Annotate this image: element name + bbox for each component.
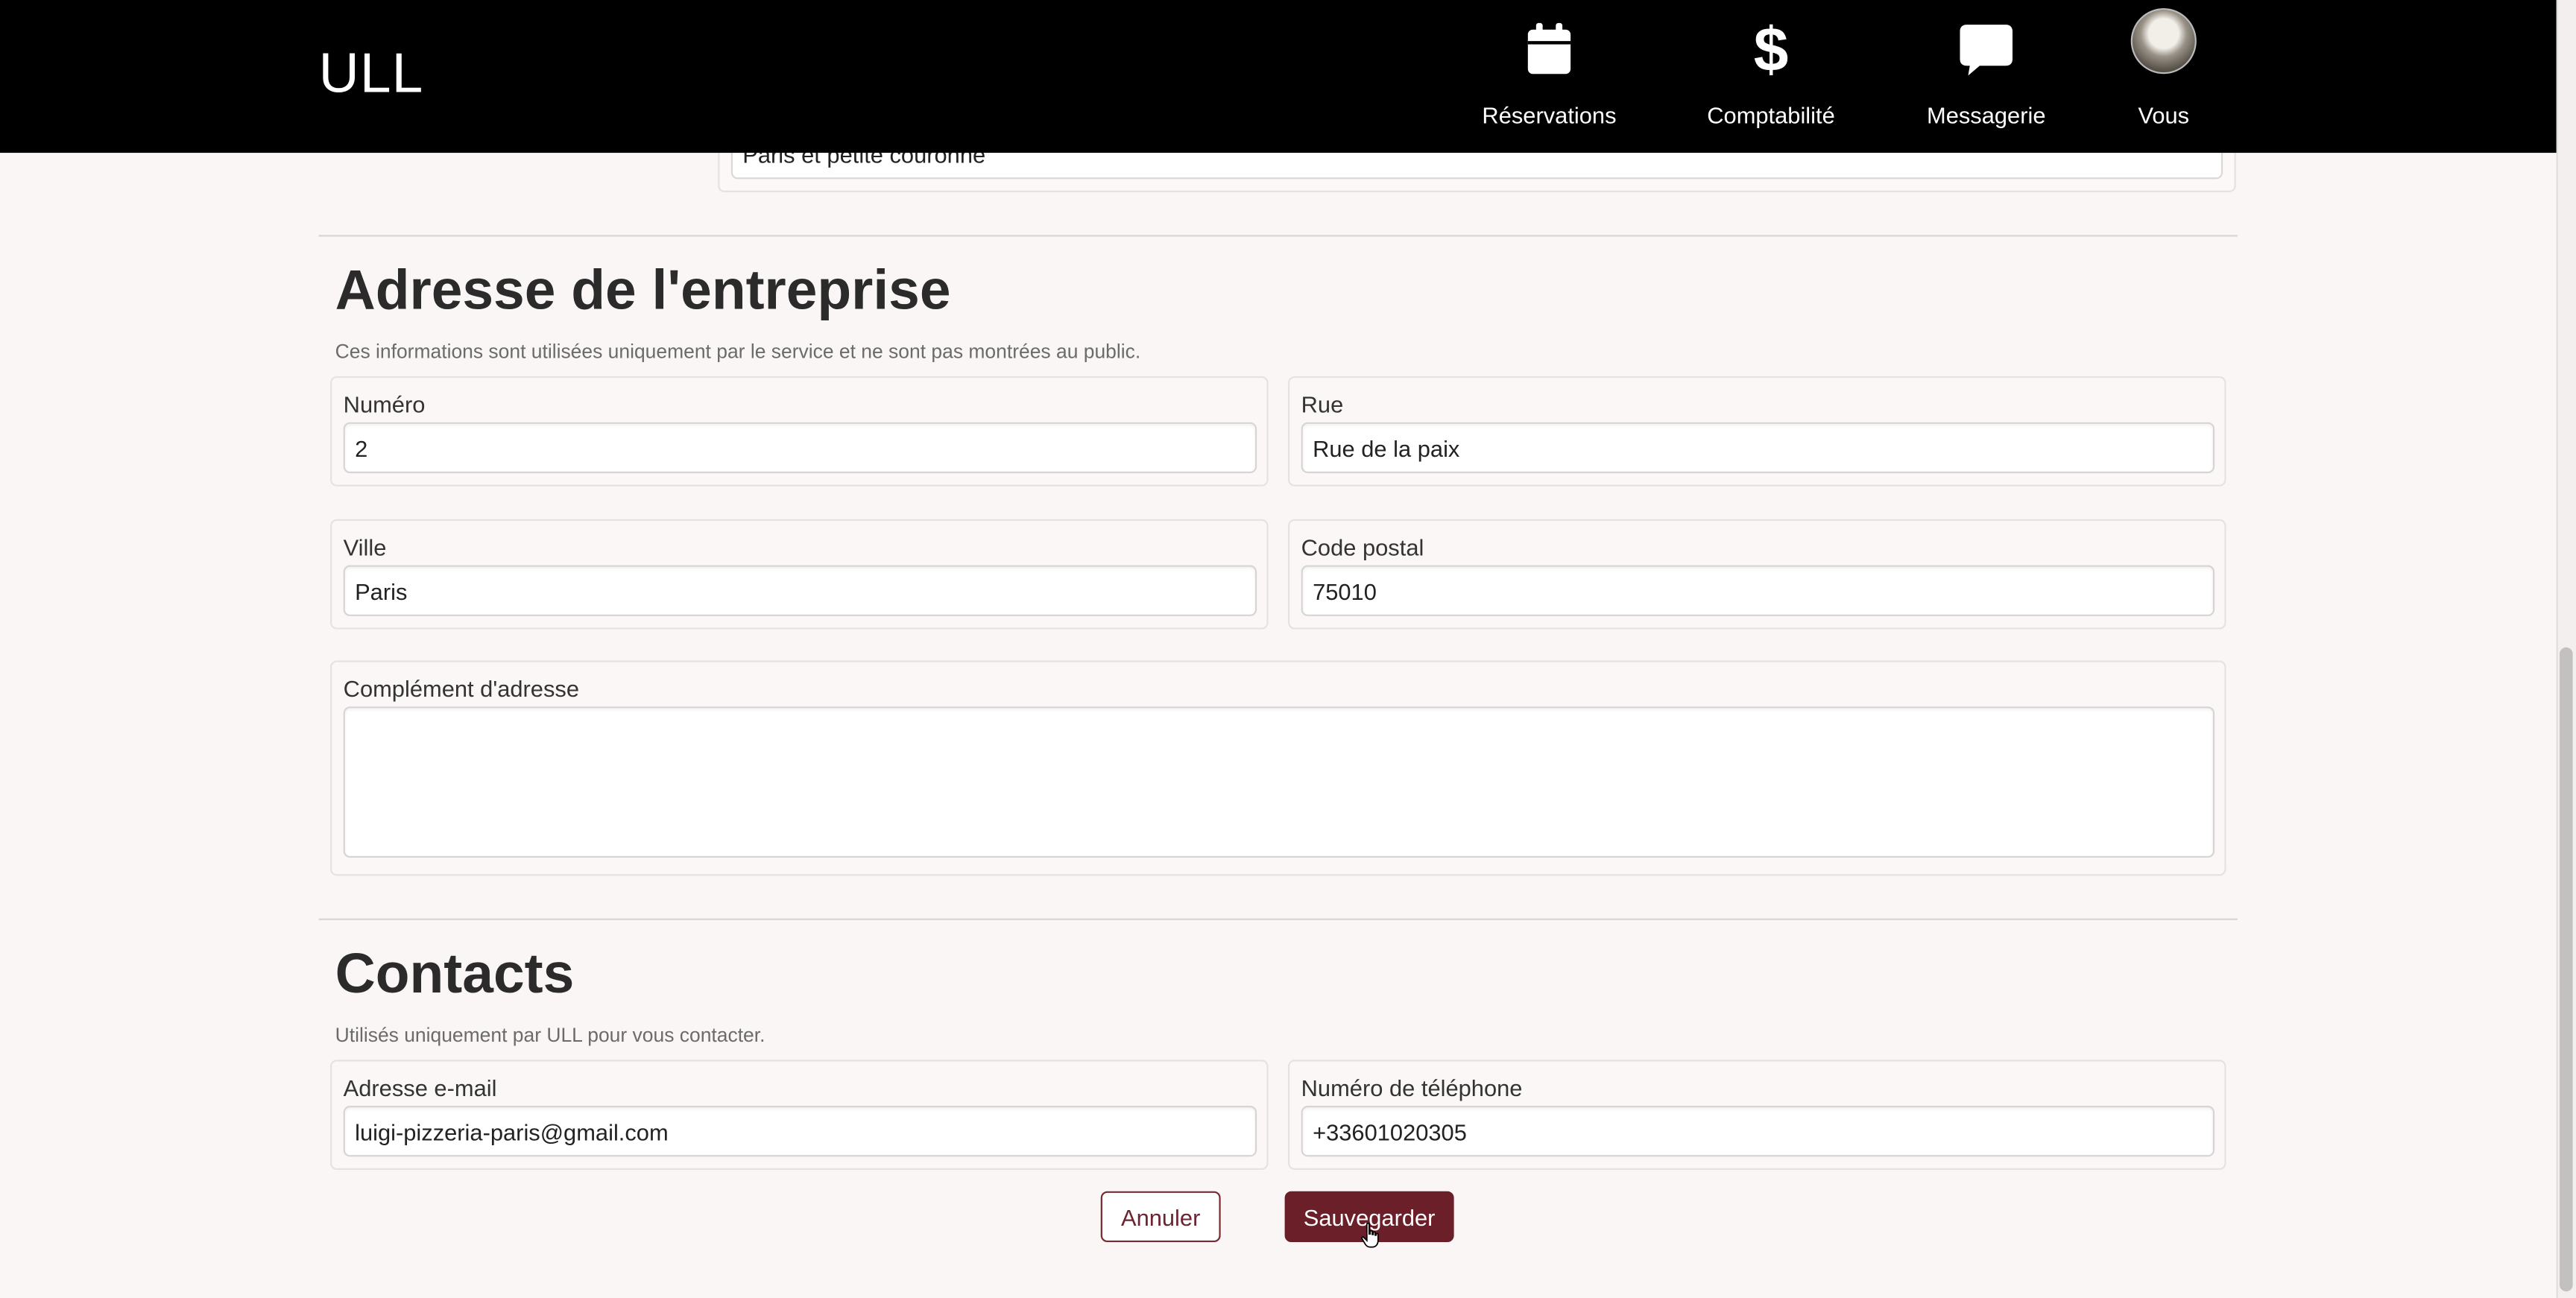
top-navigation-bar: ULL Réservations $ Comptabilité Messager… [0,0,2557,153]
avatar [2130,8,2197,75]
code-postal-field: Code postal [1288,519,2226,630]
email-input[interactable] [343,1106,1257,1157]
address-section-title: Adresse de l'entreprise [335,259,951,323]
rue-input[interactable] [1301,422,2215,474]
code-postal-input[interactable] [1301,565,2215,616]
complement-textarea[interactable] [343,706,2215,858]
chat-bubble-icon [1954,16,2019,82]
nav-messagerie-label: Messagerie [1926,101,2046,128]
email-label: Adresse e-mail [343,1074,497,1101]
email-field: Adresse e-mail [330,1060,1269,1171]
nav-comptabilite[interactable]: $ Comptabilité [1705,0,1837,153]
nav-reservations[interactable]: Réservations [1482,0,1617,153]
page: Adresse de l'entreprise Ces informations… [0,0,2576,1298]
nav-reservations-label: Réservations [1482,101,1617,128]
code-postal-label: Code postal [1301,534,1424,560]
ville-input[interactable] [343,565,1257,616]
rue-label: Rue [1301,390,1344,418]
nav-vous-label: Vous [2138,101,2190,128]
phone-label: Numéro de téléphone [1301,1074,1523,1101]
section-divider [318,918,2238,920]
svg-text:$: $ [1754,18,1789,80]
phone-input[interactable] [1301,1106,2215,1157]
nav-vous[interactable]: Vous [2127,0,2200,153]
section-divider [318,235,2238,237]
brand-logo[interactable]: ULL [319,42,424,107]
nav-comptabilite-label: Comptabilité [1707,101,1835,128]
complement-field: Complément d'adresse [330,660,2226,876]
contacts-section-title: Contacts [335,943,575,1006]
ville-field: Ville [330,519,1269,630]
cancel-button[interactable]: Annuler [1100,1191,1221,1243]
rue-field: Rue [1288,376,2226,487]
address-section-description: Ces informations sont utilisées uniqueme… [335,340,1141,364]
hand-cursor-icon [1361,1222,1379,1248]
dollar-icon: $ [1738,16,1804,82]
scrollbar-thumb[interactable] [2559,647,2573,1292]
calendar-icon [1516,16,1582,82]
numero-label: Numéro [343,390,426,418]
nav-messagerie[interactable]: Messagerie [1925,0,2047,153]
numero-field: Numéro [330,376,1269,487]
contacts-section-description: Utilisés uniquement par ULL pour vous co… [335,1023,765,1047]
phone-field: Numéro de téléphone [1288,1060,2226,1171]
complement-label: Complément d'adresse [343,675,580,702]
numero-input[interactable] [343,422,1257,474]
ville-label: Ville [343,534,387,560]
